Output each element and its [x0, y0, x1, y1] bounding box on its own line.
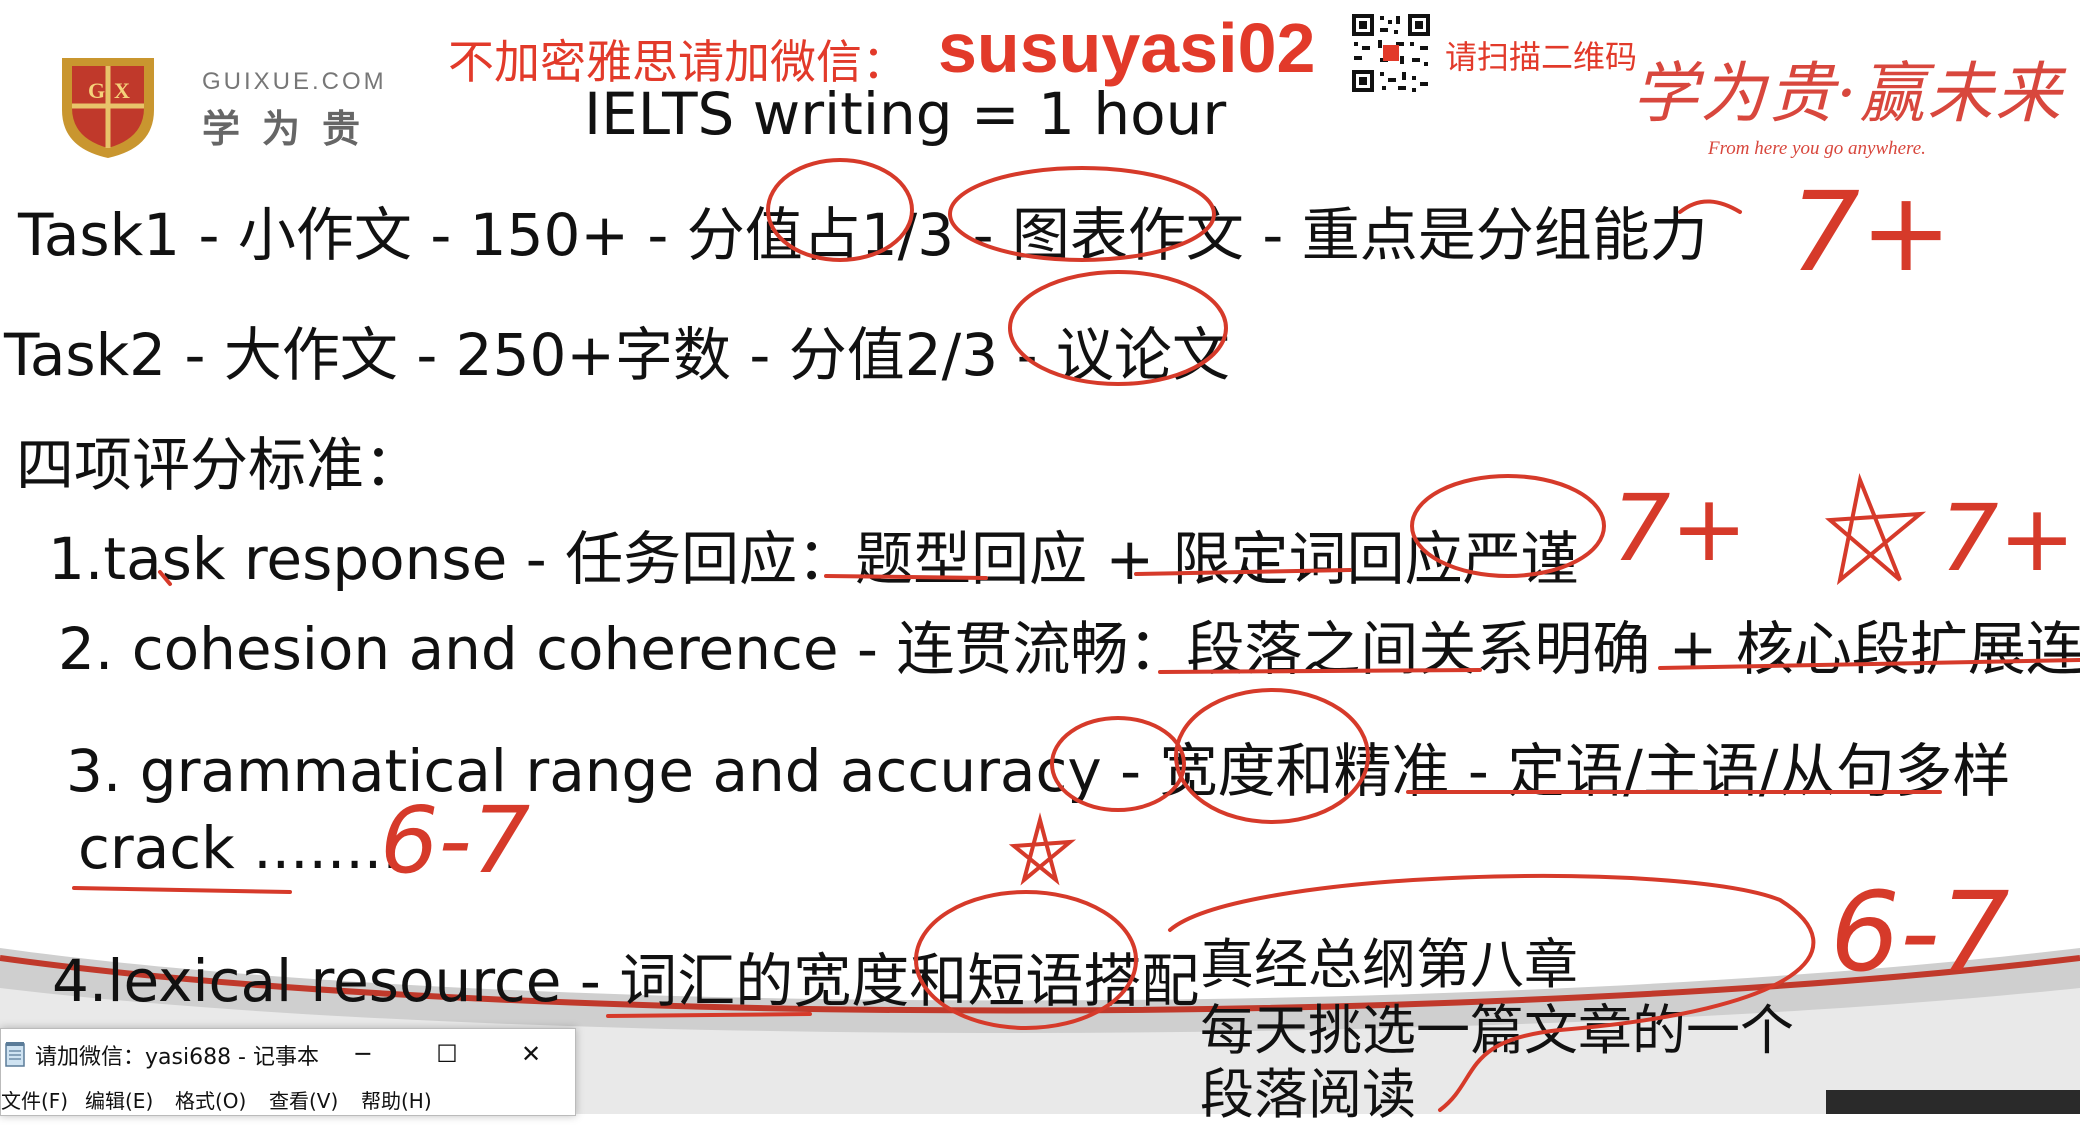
logo-brand-text: 学为贵: [202, 107, 383, 151]
maximize-button[interactable]: ☐: [417, 1031, 477, 1077]
criterion-cohesion: 2. cohesion and coherence - 连贯流畅：段落之间关系明…: [58, 615, 2080, 683]
star-mark-c4: [1008, 812, 1077, 886]
svg-text:X: X: [114, 78, 130, 103]
minimize-button[interactable]: ─: [333, 1031, 393, 1077]
menu-file[interactable]: 文件(F): [1, 1085, 68, 1114]
guixue-logo-icon: G X: [62, 58, 154, 158]
crack-line: crack ........: [78, 814, 401, 882]
menu-help[interactable]: 帮助(H): [361, 1085, 432, 1114]
slide-title: IELTS writing = 1 hour: [584, 80, 1227, 148]
qr-code-icon: [1350, 12, 1432, 94]
logo-domain-text: GUIXUE.COM: [202, 68, 387, 95]
notepad-window[interactable]: 请加微信：yasi688 - 记事本 ─ ☐ ✕ 文件(F) 编辑(E) 格式(…: [0, 1028, 576, 1116]
mark-task1: 7+: [1790, 168, 1952, 296]
brand-slogan-english: From here you go anywhere.: [1708, 138, 1926, 159]
task2-line: Task2 - 大作文 - 250+字数 - 分值2/3 - 议论文: [4, 321, 1230, 389]
reading-note-line: 段落阅读: [1200, 1063, 1416, 1126]
star-mark-c1: [1824, 473, 1927, 586]
criterion-lexical: 4.lexical resource - 词汇的宽度和短语搭配: [52, 947, 1200, 1015]
criteria-heading: 四项评分标准：: [16, 431, 423, 499]
mark-c1-a: 7+: [1612, 475, 1748, 582]
notepad-title: 请加微信：yasi688 - 记事本: [35, 1045, 319, 1070]
menu-edit[interactable]: 编辑(E): [85, 1085, 153, 1114]
scan-qr-hint: 请扫描二维码: [1445, 38, 1638, 76]
mark-c1-b: 7+: [1940, 485, 2076, 592]
task1-line: Task1 - 小作文 - 150+ - 分值占1/3 - 图表作文 - 重点是…: [18, 201, 1708, 269]
criterion-task-response: 1.task response - 任务回应：题型回应 + 限定词回应严谨: [48, 525, 1579, 593]
brand-slogan: 学为贵·赢未来: [1632, 55, 2063, 132]
notepad-titlebar[interactable]: 请加微信：yasi688 - 记事本 ─ ☐ ✕: [1, 1029, 575, 1079]
underline-crack: [72, 886, 292, 894]
webcam-thumbnail: [1826, 1090, 2080, 1114]
svg-text:G: G: [88, 78, 105, 103]
menu-format[interactable]: 格式(O): [175, 1085, 246, 1114]
notepad-menubar: 文件(F) 编辑(E) 格式(O) 查看(V) 帮助(H): [1, 1081, 575, 1113]
close-button[interactable]: ✕: [501, 1031, 561, 1077]
watermark-wechat-id: susuyasi02: [938, 9, 1316, 87]
menu-view[interactable]: 查看(V): [269, 1085, 338, 1114]
notepad-icon: [5, 1042, 25, 1067]
criterion-grammar: 3. grammatical range and accuracy - 宽度和精…: [66, 737, 2011, 805]
